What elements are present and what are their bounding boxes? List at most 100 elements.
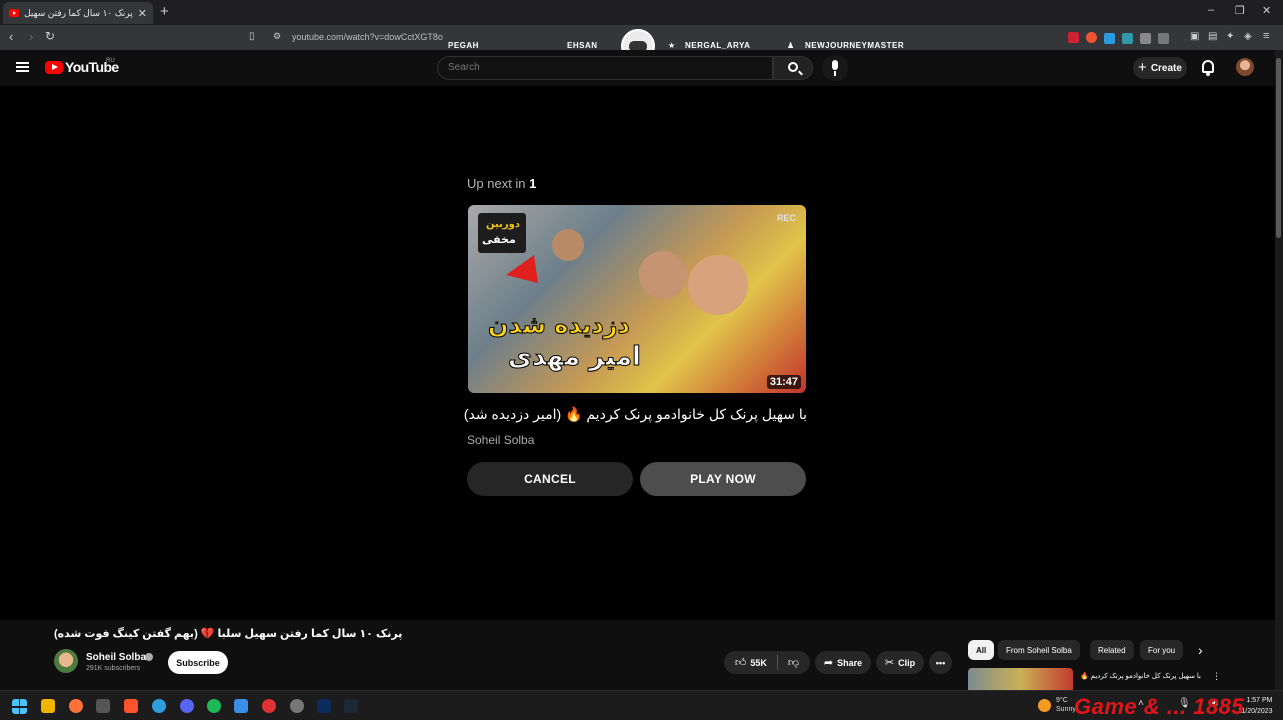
- extension-icon[interactable]: [1140, 33, 1151, 44]
- chip-from-channel[interactable]: From Soheil Solba: [998, 640, 1080, 660]
- extension-icon[interactable]: [1068, 32, 1079, 43]
- close-window-button[interactable]: ✕: [1262, 4, 1271, 17]
- plus-icon: +: [1138, 58, 1147, 76]
- chip-for-you[interactable]: For you: [1140, 640, 1184, 660]
- extensions-icon[interactable]: ✦: [1226, 31, 1234, 42]
- overlay-name: PEGAH: [448, 41, 479, 50]
- discord-icon[interactable]: [180, 699, 194, 713]
- subscriber-count: 291K subscribers: [86, 665, 141, 672]
- steam-icon[interactable]: [344, 699, 358, 713]
- firefox-icon[interactable]: [69, 699, 83, 713]
- country-code: RU: [106, 58, 115, 64]
- brave-browser-icon[interactable]: [124, 699, 138, 713]
- chip-all[interactable]: All: [968, 640, 995, 660]
- menu-icon[interactable]: ≡: [1263, 30, 1269, 42]
- recorder-icon[interactable]: [262, 699, 276, 713]
- reload-icon[interactable]: ↻: [45, 29, 55, 43]
- weather-sun-icon[interactable]: [1038, 699, 1051, 712]
- search-button[interactable]: [773, 56, 813, 80]
- search-box[interactable]: [437, 56, 773, 80]
- wallet-icon[interactable]: ▤: [1208, 31, 1217, 42]
- svg-text:دزدیده شدن: دزدیده شدن: [488, 311, 630, 339]
- share-button[interactable]: ➦ Share: [815, 651, 871, 674]
- recommended-thumbnail[interactable]: [968, 668, 1073, 690]
- up-next-label: Up next in: [467, 176, 530, 191]
- forward-icon[interactable]: ›: [29, 29, 33, 44]
- new-tab-button[interactable]: +: [160, 3, 169, 20]
- minimize-button[interactable]: –: [1208, 4, 1214, 16]
- play-now-button[interactable]: PLAY NOW: [640, 462, 806, 496]
- up-next-thumbnail[interactable]: دزدیده شدن امیر مهدی دوربین مخفی REC 31:…: [468, 205, 806, 393]
- thumbs-down-icon[interactable]: 👎︎: [788, 656, 799, 669]
- countdown-value: 1: [529, 176, 537, 191]
- tab-close-icon[interactable]: ✕: [138, 7, 147, 20]
- weather-widget[interactable]: 9°C Sunny: [1056, 696, 1076, 714]
- tab-title: پرنک ۱۰ سال کما رفتن سهیل سلبا 💔: [24, 7, 133, 18]
- sidebar-icon[interactable]: ▣: [1190, 31, 1199, 42]
- video-title: پرنک ۱۰ سال کما رفتن سهیل سلبا 💔 (بهم گف…: [54, 628, 403, 640]
- file-explorer-icon[interactable]: [41, 699, 55, 713]
- rec-badge: REC: [776, 213, 796, 223]
- extension-icon[interactable]: [1158, 33, 1169, 44]
- svg-text:مخفی: مخفی: [482, 233, 516, 246]
- share-arrow-icon: ➦: [823, 657, 834, 669]
- windows-start-icon[interactable]: [12, 699, 27, 714]
- like-count: 55K: [750, 657, 767, 668]
- back-icon[interactable]: ‹: [9, 29, 13, 44]
- create-button[interactable]: + Create: [1133, 57, 1187, 79]
- channel-avatar[interactable]: [54, 649, 78, 673]
- terminal-icon[interactable]: [96, 699, 110, 713]
- extension-icon[interactable]: [1104, 33, 1115, 44]
- overlay-name: NERGAL_ARYA: [685, 41, 751, 50]
- site-info-icon[interactable]: ⚙: [273, 31, 281, 42]
- youtube-logo-icon[interactable]: [45, 61, 63, 74]
- recommended-title[interactable]: با سهیل پرنک کل خانوادمو پرنک کردیم 🔥: [1080, 672, 1201, 680]
- thumbnail-art: دزدیده شدن امیر مهدی دوربین مخفی: [478, 213, 748, 373]
- settings-gear-icon[interactable]: [290, 699, 304, 713]
- up-next-title[interactable]: با سهیل پرنک کل خانوادمو پرنک کردیم 🔥 (ا…: [464, 406, 807, 423]
- channel-watermark: Game & ... 1885: [1074, 694, 1245, 719]
- extension-icon[interactable]: [1122, 33, 1133, 44]
- app-icon[interactable]: [152, 699, 166, 713]
- user-avatar[interactable]: [1236, 58, 1254, 76]
- search-input[interactable]: [448, 62, 748, 73]
- browser-tab[interactable]: پرنک ۱۰ سال کما رفتن سهیل سلبا 💔 ✕: [3, 2, 153, 24]
- hamburger-menu-icon[interactable]: [16, 62, 29, 72]
- photos-icon[interactable]: [234, 699, 248, 713]
- like-dislike-group[interactable]: 👍︎ 55K 👎︎: [724, 651, 810, 674]
- windows-taskbar: 9°C Sunny ˄ 🎙︎ 🔊︎ 1:57 PM 11/20/2023 Gam…: [0, 690, 1283, 720]
- address-bar[interactable]: youtube.com/watch?v=dowCctXGT8o: [292, 32, 443, 42]
- chevron-right-icon[interactable]: ›: [1198, 642, 1203, 658]
- verified-badge-icon: [145, 653, 153, 661]
- shield-icon[interactable]: ◈: [1244, 31, 1252, 42]
- overlay-name: EHSAN: [567, 41, 598, 50]
- duration-badge: 31:47: [766, 375, 801, 389]
- overlay-name: NEWJOURNEYMASTER: [805, 41, 905, 50]
- channel-name[interactable]: Soheil Solba: [86, 652, 146, 663]
- svg-text:دوربین: دوربین: [486, 219, 520, 230]
- cancel-button[interactable]: CANCEL: [467, 462, 633, 496]
- scrollbar-thumb[interactable]: [1276, 58, 1281, 238]
- star-icon: ★: [668, 41, 676, 50]
- extension-icon[interactable]: [1086, 32, 1097, 43]
- voice-search-button[interactable]: [822, 55, 848, 81]
- chip-related[interactable]: Related: [1090, 640, 1134, 660]
- scissors-icon: ✂: [884, 657, 895, 669]
- up-next-countdown: Up next in 1: [467, 176, 536, 191]
- browser-tab-bar: پرنک ۱۰ سال کما رفتن سهیل سلبا 💔 ✕ + – ❐…: [0, 0, 1283, 25]
- vscode-icon[interactable]: [317, 699, 331, 713]
- search-icon: [788, 62, 798, 72]
- create-label: Create: [1150, 62, 1182, 74]
- more-vert-icon[interactable]: ⋮: [1212, 671, 1221, 682]
- notifications-bell-icon[interactable]: [1202, 60, 1214, 76]
- person-icon: ♟: [787, 41, 795, 50]
- subscribe-button[interactable]: Subscribe: [168, 651, 228, 674]
- spotify-icon[interactable]: [207, 699, 221, 713]
- thumbs-up-icon[interactable]: 👍︎: [735, 656, 747, 669]
- youtube-favicon-icon: [9, 9, 19, 17]
- clip-button[interactable]: ✂ Clip: [876, 651, 924, 674]
- more-actions-button[interactable]: •••: [929, 651, 952, 674]
- weather-desc: Sunny: [1056, 706, 1076, 713]
- bookmark-icon[interactable]: ▯: [249, 31, 255, 42]
- maximize-button[interactable]: ❐: [1235, 4, 1245, 17]
